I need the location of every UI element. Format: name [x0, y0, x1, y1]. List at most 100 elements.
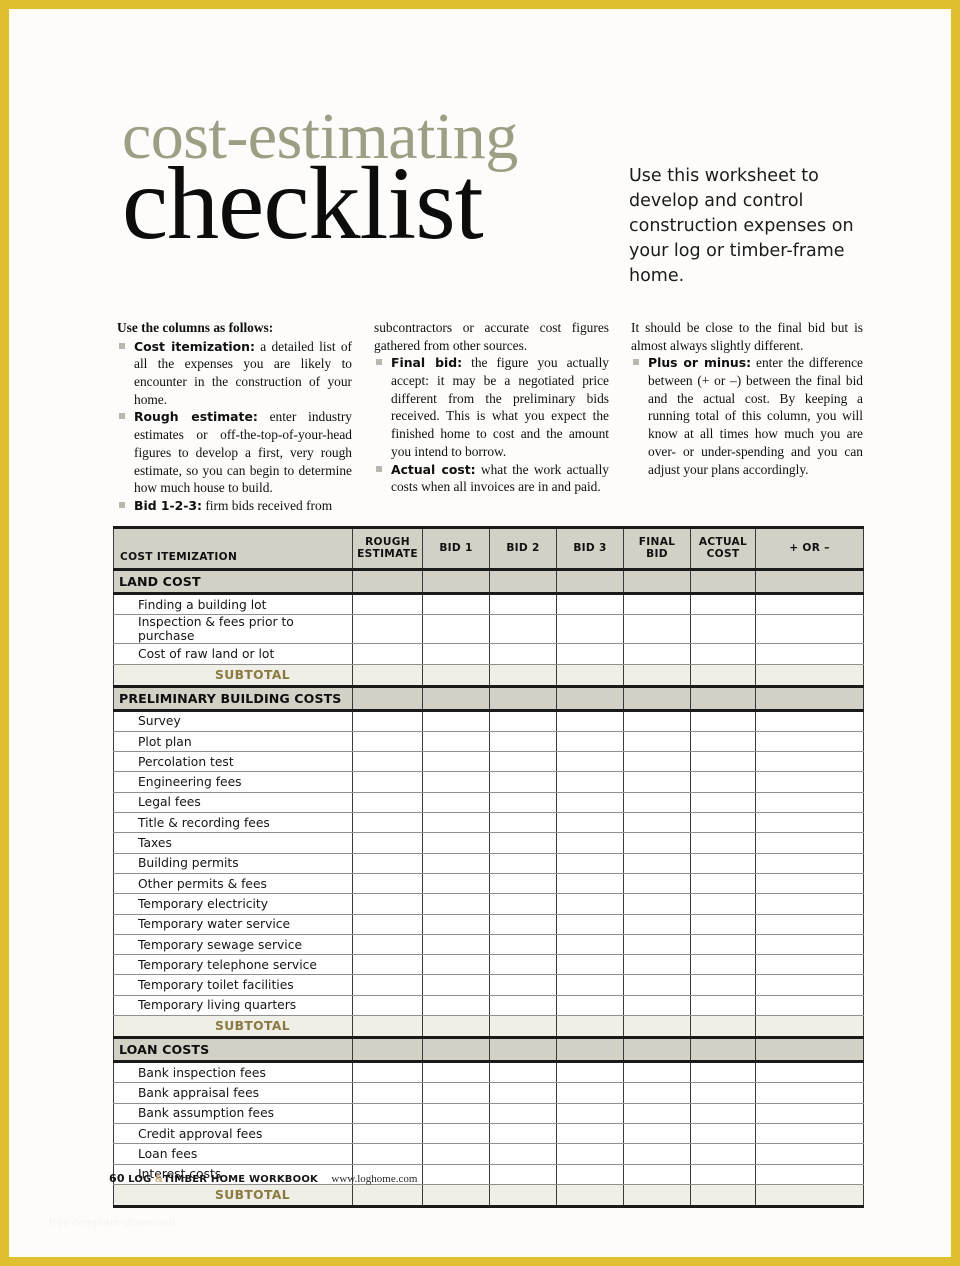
section-cell-rough[interactable]: [352, 569, 423, 595]
row-cell-actual[interactable]: [690, 643, 756, 665]
row-cell-bid2[interactable]: [489, 812, 557, 834]
row-cell-rough[interactable]: [352, 614, 423, 645]
row-cell-final[interactable]: [623, 614, 691, 645]
row-cell-plusminus[interactable]: [755, 771, 864, 793]
row-cell-final[interactable]: [623, 954, 691, 976]
row-cell-plusminus[interactable]: [755, 853, 864, 874]
row-cell-actual[interactable]: [690, 614, 756, 645]
row-cell-plusminus[interactable]: [755, 710, 864, 732]
row-cell-plusminus[interactable]: [755, 812, 864, 834]
subtotal-cell-final[interactable]: [623, 664, 691, 688]
row-cell-bid2[interactable]: [489, 1082, 557, 1104]
row-cell-final[interactable]: [623, 1103, 691, 1124]
row-cell-actual[interactable]: [690, 995, 756, 1017]
row-cell-bid1[interactable]: [422, 954, 490, 976]
row-cell-actual[interactable]: [690, 593, 756, 616]
row-cell-bid3[interactable]: [556, 934, 624, 956]
row-cell-actual[interactable]: [690, 792, 756, 814]
row-cell-bid1[interactable]: [422, 731, 490, 753]
subtotal-cell-bid3[interactable]: [556, 664, 624, 688]
row-cell-plusminus[interactable]: [755, 1103, 864, 1124]
row-cell-bid3[interactable]: [556, 643, 624, 665]
row-cell-rough[interactable]: [352, 643, 423, 665]
row-cell-final[interactable]: [623, 1082, 691, 1104]
row-cell-rough[interactable]: [352, 1123, 423, 1145]
row-cell-bid3[interactable]: [556, 954, 624, 976]
row-cell-bid2[interactable]: [489, 643, 557, 665]
row-cell-rough[interactable]: [352, 974, 423, 996]
row-cell-bid3[interactable]: [556, 792, 624, 814]
row-cell-actual[interactable]: [690, 751, 756, 773]
row-cell-bid3[interactable]: [556, 995, 624, 1017]
section-cell-bid1[interactable]: [422, 686, 490, 712]
row-cell-rough[interactable]: [352, 934, 423, 956]
row-cell-plusminus[interactable]: [755, 731, 864, 753]
row-cell-final[interactable]: [623, 974, 691, 996]
row-cell-plusminus[interactable]: [755, 1123, 864, 1145]
row-cell-bid2[interactable]: [489, 1143, 557, 1165]
subtotal-cell-bid3[interactable]: [556, 1015, 624, 1040]
row-cell-bid1[interactable]: [422, 812, 490, 834]
subtotal-cell-bid1[interactable]: [422, 1184, 490, 1208]
subtotal-cell-bid2[interactable]: [489, 1015, 557, 1040]
row-cell-plusminus[interactable]: [755, 954, 864, 976]
row-cell-rough[interactable]: [352, 995, 423, 1017]
row-cell-bid2[interactable]: [489, 934, 557, 956]
row-cell-bid2[interactable]: [489, 853, 557, 874]
row-cell-bid3[interactable]: [556, 812, 624, 834]
row-cell-final[interactable]: [623, 812, 691, 834]
section-cell-bid1[interactable]: [422, 1037, 490, 1064]
row-cell-plusminus[interactable]: [755, 893, 864, 915]
section-cell-final[interactable]: [623, 686, 691, 712]
row-cell-bid1[interactable]: [422, 1143, 490, 1165]
row-cell-actual[interactable]: [690, 731, 756, 753]
row-cell-bid2[interactable]: [489, 954, 557, 976]
section-cell-plusminus[interactable]: [755, 569, 864, 595]
subtotal-cell-bid2[interactable]: [489, 1184, 557, 1208]
row-cell-bid2[interactable]: [489, 1061, 557, 1084]
row-cell-bid1[interactable]: [422, 751, 490, 773]
row-cell-bid2[interactable]: [489, 614, 557, 645]
row-cell-plusminus[interactable]: [755, 643, 864, 665]
row-cell-rough[interactable]: [352, 914, 423, 935]
row-cell-bid3[interactable]: [556, 710, 624, 732]
row-cell-plusminus[interactable]: [755, 1164, 864, 1185]
subtotal-cell-plusminus[interactable]: [755, 1015, 864, 1040]
row-cell-actual[interactable]: [690, 934, 756, 956]
row-cell-bid3[interactable]: [556, 751, 624, 773]
row-cell-bid1[interactable]: [422, 832, 490, 854]
row-cell-final[interactable]: [623, 731, 691, 753]
row-cell-bid1[interactable]: [422, 873, 490, 895]
row-cell-plusminus[interactable]: [755, 1061, 864, 1084]
row-cell-plusminus[interactable]: [755, 934, 864, 956]
row-cell-actual[interactable]: [690, 1082, 756, 1104]
row-cell-bid1[interactable]: [422, 1061, 490, 1084]
row-cell-bid3[interactable]: [556, 853, 624, 874]
row-cell-bid1[interactable]: [422, 893, 490, 915]
row-cell-bid2[interactable]: [489, 914, 557, 935]
row-cell-rough[interactable]: [352, 792, 423, 814]
row-cell-bid3[interactable]: [556, 614, 624, 645]
row-cell-final[interactable]: [623, 1164, 691, 1185]
row-cell-plusminus[interactable]: [755, 614, 864, 645]
row-cell-bid2[interactable]: [489, 974, 557, 996]
row-cell-rough[interactable]: [352, 893, 423, 915]
row-cell-bid2[interactable]: [489, 1103, 557, 1124]
row-cell-actual[interactable]: [690, 1143, 756, 1165]
subtotal-cell-actual[interactable]: [690, 1184, 756, 1208]
section-cell-bid2[interactable]: [489, 686, 557, 712]
row-cell-final[interactable]: [623, 995, 691, 1017]
section-cell-rough[interactable]: [352, 1037, 423, 1064]
row-cell-bid1[interactable]: [422, 974, 490, 996]
row-cell-final[interactable]: [623, 914, 691, 935]
row-cell-bid2[interactable]: [489, 873, 557, 895]
section-cell-plusminus[interactable]: [755, 1037, 864, 1064]
subtotal-cell-final[interactable]: [623, 1184, 691, 1208]
row-cell-bid2[interactable]: [489, 792, 557, 814]
section-cell-final[interactable]: [623, 569, 691, 595]
row-cell-actual[interactable]: [690, 771, 756, 793]
row-cell-bid1[interactable]: [422, 643, 490, 665]
row-cell-bid3[interactable]: [556, 593, 624, 616]
row-cell-bid1[interactable]: [422, 1164, 490, 1185]
row-cell-actual[interactable]: [690, 1061, 756, 1084]
